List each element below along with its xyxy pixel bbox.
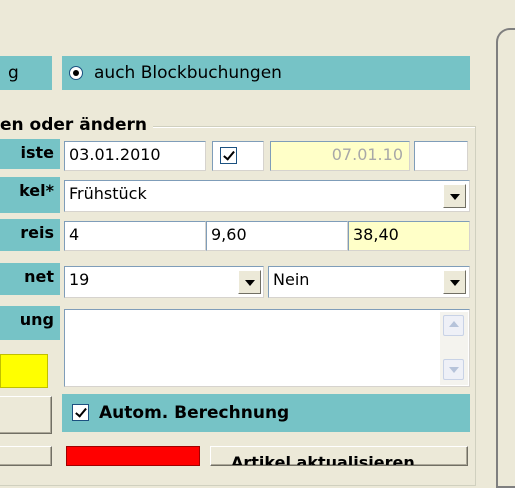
group-box-title: en oder ändern (0, 112, 153, 138)
tax-select[interactable]: 19 (64, 266, 264, 298)
total-price-input[interactable]: 38,40 (348, 221, 470, 251)
status-indicator-yellow (0, 354, 48, 388)
calculated-select[interactable]: Nein (268, 266, 470, 298)
left-partial-button[interactable] (0, 396, 52, 434)
left-bottom-partial-button[interactable] (0, 446, 52, 466)
row-label-notes: ung (0, 306, 60, 340)
radio-dot (73, 70, 79, 76)
row-label-price: reis (0, 219, 60, 251)
scroll-down-icon[interactable] (443, 359, 464, 380)
notes-textarea[interactable] (64, 309, 470, 387)
update-article-button-label: Artikel aktualisieren (231, 453, 415, 466)
article-select[interactable]: Frühstück (64, 180, 470, 212)
red-status-block (66, 446, 200, 466)
block-booking-radio[interactable] (69, 66, 83, 80)
update-article-button[interactable]: Artikel aktualisieren (210, 446, 468, 466)
unit-price-input[interactable]: 9,60 (206, 221, 348, 251)
scroll-up-icon[interactable] (443, 315, 464, 336)
end-date-input[interactable]: 07.01.10 (270, 141, 410, 171)
autom-calculation-checkbox[interactable] (72, 404, 89, 421)
row-label-article: kel* (0, 177, 60, 213)
start-date-input[interactable]: 03.01.2010 (64, 141, 206, 171)
tax-dropdown-button[interactable] (238, 270, 261, 294)
row-label-tax: net (0, 263, 60, 295)
date-enabled-checkbox[interactable] (220, 147, 237, 164)
row-label-date: iste (0, 139, 60, 169)
article-dropdown-button[interactable] (443, 184, 466, 208)
header-left-text: g (8, 63, 19, 83)
side-panel-border (496, 28, 515, 488)
calculated-dropdown-button[interactable] (443, 270, 466, 294)
block-booking-label: auch Blockbuchungen (94, 63, 282, 83)
extra-input[interactable] (414, 141, 468, 171)
notes-scrollbar[interactable] (440, 312, 468, 385)
quantity-input[interactable]: 4 (64, 221, 206, 251)
autom-calculation-label: Autom. Berechnung (99, 403, 290, 423)
